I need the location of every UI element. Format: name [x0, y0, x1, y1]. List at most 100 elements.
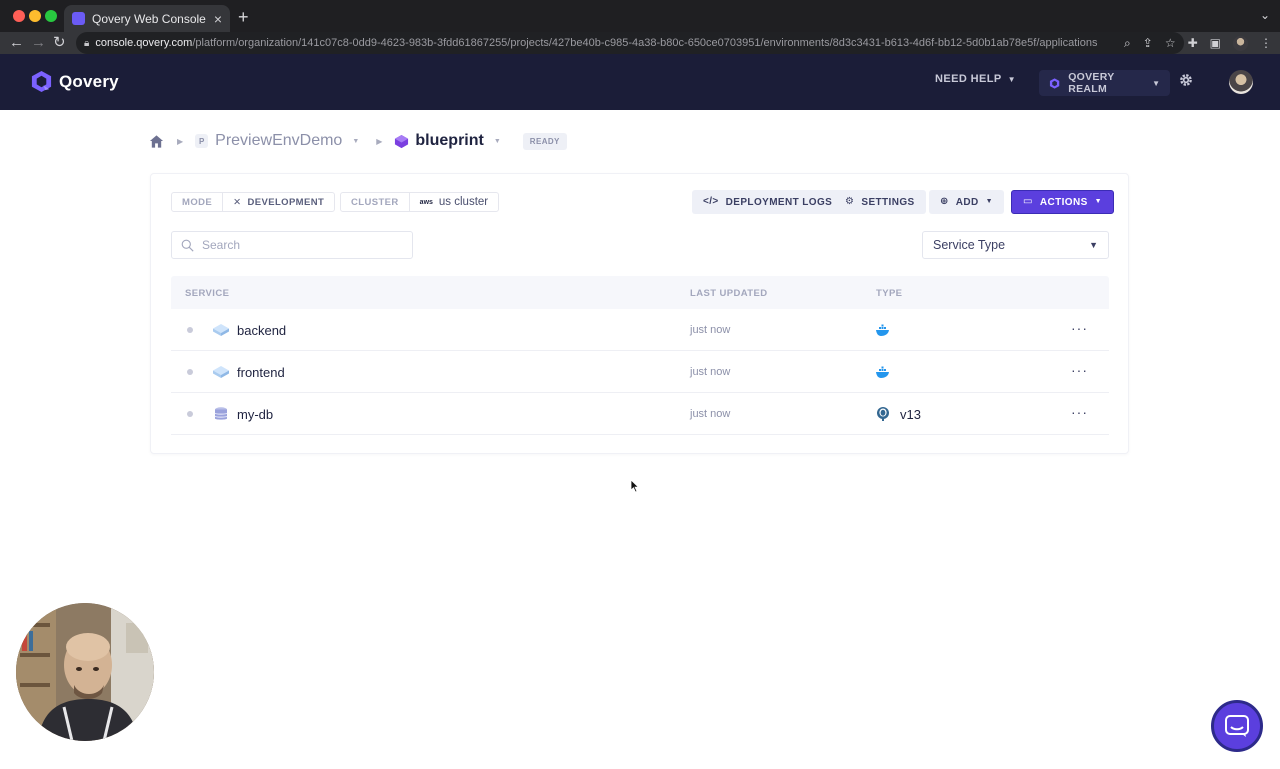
breadcrumb-environment[interactable]: blueprint — [415, 132, 483, 150]
status-dot — [187, 327, 193, 333]
browser-address-bar: ← → ↻ 🔒︎ console.qovery.com /platform/or… — [0, 32, 1280, 54]
last-updated: just now — [690, 408, 731, 420]
code-icon: </> — [703, 196, 719, 207]
tab-search-chevron-icon[interactable]: ⌄ — [1260, 8, 1270, 22]
service-type-select[interactable]: Service Type ▼ — [922, 231, 1109, 259]
aws-icon: aws — [419, 198, 433, 206]
sidebar-icon[interactable]: ▣ — [1210, 35, 1221, 51]
browser-tab[interactable]: Qovery Web Console | The sim × — [64, 5, 230, 32]
breadcrumb-project[interactable]: PreviewEnvDemo — [215, 132, 342, 150]
user-avatar[interactable] — [1229, 70, 1253, 94]
window-close-button[interactable] — [13, 10, 25, 22]
status-dot — [187, 411, 193, 417]
last-updated: just now — [690, 366, 731, 378]
deployment-logs-label: DEPLOYMENT LOGS — [725, 196, 833, 208]
new-tab-button[interactable]: + — [238, 7, 249, 28]
search-input[interactable] — [202, 238, 392, 252]
add-label: ADD — [955, 196, 979, 208]
docker-icon — [876, 366, 889, 378]
mode-key: MODE — [172, 193, 224, 211]
back-arrow-icon[interactable]: ← — [9, 34, 24, 52]
organization-selector[interactable]: QOVERY REALM ▼ — [1039, 70, 1170, 96]
service-name[interactable]: backend — [237, 323, 286, 338]
actions-button[interactable]: ▭ ACTIONS ▼ — [1011, 190, 1115, 214]
services-table: SERVICE LAST UPDATED TYPE backend just n… — [171, 276, 1109, 435]
application-icon — [213, 366, 229, 378]
caret-down-icon: ▼ — [1094, 198, 1103, 205]
browser-menu-icon[interactable]: ⋮ — [1260, 35, 1272, 51]
zoom-icon[interactable]: ⌕ — [1124, 35, 1131, 51]
gear-icon: ⚙ — [845, 196, 855, 207]
presenter-video-icon — [16, 603, 154, 741]
lock-icon: 🔒︎ — [84, 37, 90, 49]
chevron-down-icon: ▼ — [1007, 74, 1016, 84]
table-row[interactable]: my-db just now v13 ··· — [171, 393, 1109, 435]
webcam-overlay — [16, 603, 154, 741]
cluster-key: CLUSTER — [341, 193, 410, 211]
service-name[interactable]: my-db — [237, 407, 273, 422]
window-maximize-button[interactable] — [45, 10, 57, 22]
project-badge: P — [195, 134, 209, 148]
column-service[interactable]: SERVICE — [185, 288, 229, 299]
mode-value-label: DEVELOPMENT — [247, 196, 325, 208]
cluster-chip: CLUSTER aws us cluster — [340, 192, 500, 212]
add-button[interactable]: ⊕ ADD ▼ — [929, 190, 1004, 214]
status-dot — [187, 369, 193, 375]
logo-text: Qovery — [59, 71, 119, 91]
cluster-value: aws us cluster — [410, 193, 498, 211]
extensions-puzzle-icon[interactable]: ✚ — [1188, 35, 1198, 51]
database-icon — [214, 407, 228, 420]
need-help-dropdown[interactable]: NEED HELP ▼ — [935, 73, 1016, 85]
bookmark-star-icon[interactable]: ☆ — [1165, 35, 1176, 51]
project-chevron-down-icon[interactable]: ▼ — [352, 138, 359, 145]
environment-chevron-down-icon[interactable]: ▼ — [494, 138, 501, 145]
tab-close-icon[interactable]: × — [214, 11, 222, 27]
url-path: /platform/organization/141c07c8-0dd9-462… — [192, 37, 1098, 49]
cluster-value-label: us cluster — [438, 196, 489, 208]
table-row[interactable]: backend just now ··· — [171, 309, 1109, 351]
chevron-down-icon: ▼ — [1089, 240, 1098, 250]
column-type[interactable]: TYPE — [876, 288, 902, 299]
table-header: SERVICE LAST UPDATED TYPE — [171, 276, 1109, 309]
breadcrumb-separator-icon: ▶ — [376, 136, 383, 146]
forward-arrow-icon[interactable]: → — [31, 34, 46, 52]
qovery-org-icon — [1049, 77, 1060, 89]
profile-avatar-icon[interactable] — [1233, 35, 1248, 51]
qovery-logo[interactable]: Qovery — [30, 70, 119, 93]
postgresql-icon — [877, 407, 889, 421]
search-field[interactable] — [171, 231, 413, 259]
settings-label: SETTINGS — [861, 196, 915, 208]
share-icon[interactable]: ⇪ — [1143, 35, 1153, 51]
qovery-favicon-icon — [72, 12, 85, 25]
wrench-icon: ✕ — [233, 196, 242, 208]
breadcrumb: ▶ P PreviewEnvDemo ▼ ▶ blueprint ▼ READY — [149, 128, 567, 154]
settings-gear-icon[interactable] — [1179, 73, 1193, 87]
mouse-cursor-icon — [630, 479, 640, 493]
table-row[interactable]: frontend just now ··· — [171, 351, 1109, 393]
more-actions-icon[interactable]: ··· — [1071, 320, 1088, 336]
mode-value: ✕ DEVELOPMENT — [223, 193, 334, 211]
application-icon — [213, 324, 229, 336]
settings-button[interactable]: ⚙ SETTINGS — [834, 190, 926, 214]
more-actions-icon[interactable]: ··· — [1071, 362, 1088, 378]
service-version: v13 — [900, 407, 921, 422]
url-field[interactable]: 🔒︎ console.qovery.com /platform/organiza… — [76, 32, 1184, 54]
chat-bubble-icon — [1225, 715, 1249, 737]
docker-icon — [876, 324, 889, 336]
caret-down-icon: ▼ — [985, 198, 993, 205]
caret-down-icon: ▼ — [1152, 78, 1160, 88]
home-icon[interactable] — [149, 134, 164, 149]
more-actions-icon[interactable]: ··· — [1071, 404, 1088, 420]
window-minimize-button[interactable] — [29, 10, 41, 22]
last-updated: just now — [690, 324, 731, 336]
calendar-icon: ▭ — [1023, 196, 1033, 207]
organization-name: QOVERY REALM — [1068, 71, 1115, 95]
breadcrumb-separator-icon: ▶ — [177, 136, 184, 146]
column-last-updated[interactable]: LAST UPDATED — [690, 288, 767, 299]
chat-launcher-button[interactable] — [1211, 700, 1263, 752]
service-name[interactable]: frontend — [237, 365, 285, 380]
reload-icon[interactable]: ↻ — [53, 34, 66, 52]
actions-label: ACTIONS — [1039, 196, 1088, 208]
deployment-logs-button[interactable]: </> DEPLOYMENT LOGS — [692, 190, 844, 214]
environment-icon — [395, 134, 409, 148]
